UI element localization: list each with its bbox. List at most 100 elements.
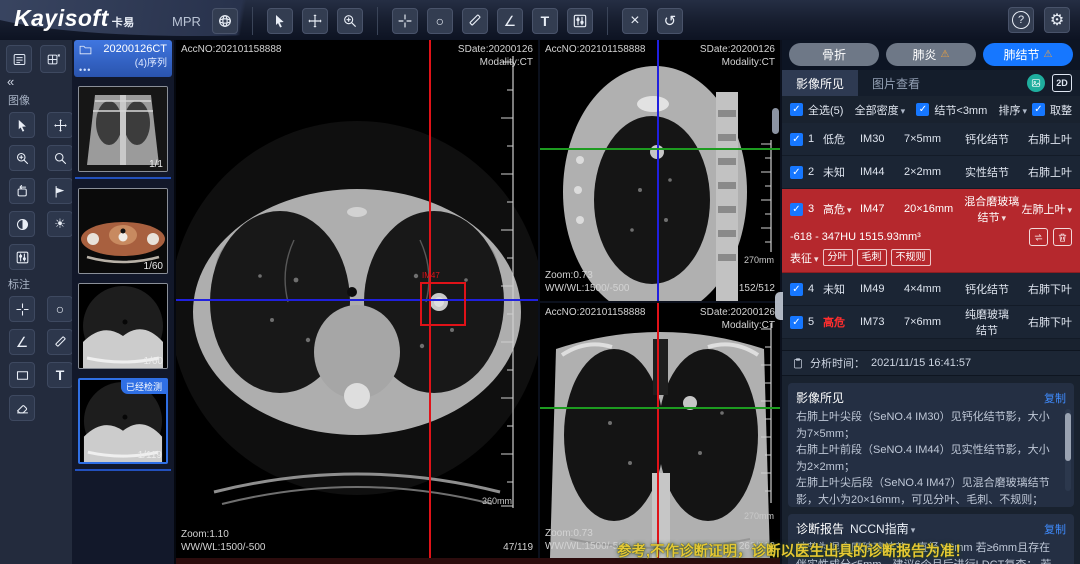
brightness-icon[interactable]: ☀ <box>47 211 73 237</box>
study-date: SDate:20200126 <box>700 306 775 319</box>
nodule-checkbox[interactable]: ✓ <box>790 316 803 329</box>
help-icon[interactable]: ? <box>1008 7 1034 33</box>
slice-counter: 152/512 <box>739 282 775 295</box>
nodule-checkbox[interactable]: ✓ <box>790 133 803 146</box>
sort-dropdown[interactable]: 排序▾ <box>998 102 1027 118</box>
layout-grid-icon[interactable] <box>40 45 66 73</box>
lung-nodule-mode-button[interactable]: 肺结节⚠ <box>983 43 1073 66</box>
nodule-risk: 高危 <box>823 314 860 330</box>
nodule-risk-dropdown[interactable]: 高危▾ <box>823 201 860 217</box>
nodule-row-1[interactable]: ✓ 1 低危 IM30 7×5mm 钙化结节 右肺上叶 <box>782 123 1080 156</box>
feature-tag[interactable]: 毛刺 <box>857 249 887 266</box>
analysis-time-bar: 分析时间： 2021/11/15 16:41:57 <box>782 350 1080 376</box>
clipboard-icon <box>792 357 804 370</box>
warning-icon: ⚠ <box>941 50 950 60</box>
text-tool-icon[interactable]: T <box>532 8 558 34</box>
thumbnail-neck-ct[interactable]: 1/60 <box>78 188 168 274</box>
mpr-icon[interactable] <box>212 8 238 34</box>
nodule-type-dropdown[interactable]: 混合磨玻璃结节▾ <box>962 193 1021 225</box>
magnifier-tool-icon[interactable] <box>47 145 73 171</box>
round-checkbox[interactable]: ✓ <box>1032 103 1045 116</box>
slice-scrollbar[interactable] <box>772 108 779 134</box>
delete-annotation-icon[interactable]: × <box>622 8 648 34</box>
results-tab-bar: 影像所见 图片查看 2D <box>782 70 1080 96</box>
window-level-icon[interactable] <box>9 244 35 270</box>
annotation-tools-grid: ○ ∠ T <box>0 295 72 424</box>
nodule-image-no: IM30 <box>860 133 904 145</box>
locate-sync-icon[interactable] <box>1029 228 1048 246</box>
nodule-row-4[interactable]: ✓ 4 未知 IM49 4×4mm 钙化结节 右肺下叶 <box>782 273 1080 306</box>
check-glyph: ✓ <box>792 317 800 328</box>
settings-gear-icon[interactable]: ⚙ <box>1044 7 1070 33</box>
copy-findings-button[interactable]: 复制 <box>1044 390 1066 406</box>
cursor-tool-icon[interactable] <box>267 8 293 34</box>
ruler-pencil-tool-icon[interactable] <box>462 8 488 34</box>
nodule-location-dropdown[interactable]: 左肺上叶▾ <box>1021 201 1072 217</box>
tab-image-findings[interactable]: 影像所见 <box>782 70 858 96</box>
reset-rotate-icon[interactable]: ↺ <box>657 8 683 34</box>
2d-view-icon[interactable]: 2D <box>1052 74 1072 92</box>
crosshair-tool-icon[interactable] <box>392 8 418 34</box>
fracture-mode-button[interactable]: 骨折 <box>789 43 879 66</box>
coronal-viewport[interactable]: 270mm AccNO:202101158888 SDate:20200126 … <box>540 303 780 558</box>
nodule-checkbox[interactable]: ✓ <box>790 166 803 179</box>
thumbnail-lung-ct-selected[interactable]: 已经检测 1/119 <box>78 378 168 464</box>
nodule-row-2[interactable]: ✓ 2 未知 IM44 2×2mm 实性结节 右肺上叶 <box>782 156 1080 189</box>
nodule-checkbox[interactable]: ✓ <box>790 283 803 296</box>
axial-viewport[interactable]: IM47 360mm AccNO:202101158888 SDate:2020… <box>176 40 538 558</box>
study-tab[interactable]: 20200126CT ••• (4)序列 <box>74 40 172 77</box>
select-all-checkbox[interactable]: ✓ <box>790 103 803 116</box>
thumbnail-lung-ct[interactable]: 1/60 <box>78 283 168 369</box>
right-panel-collapse-handle[interactable] <box>775 292 783 320</box>
pneumonia-mode-button[interactable]: 肺炎⚠ <box>886 43 976 66</box>
series-list-icon[interactable] <box>6 45 32 73</box>
pencil-annotation-icon[interactable] <box>47 329 73 355</box>
nodule-checkbox[interactable]: ✓ <box>790 203 803 216</box>
small-nodule-checkbox[interactable]: ✓ <box>916 103 929 116</box>
study-info: SDate:20200126 Modality:CT <box>700 306 775 332</box>
sagittal-viewport[interactable]: 270mm AccNO:202101158888 SDate:20200126 … <box>540 40 780 301</box>
flip-image-icon[interactable] <box>47 178 73 204</box>
feature-dropdown[interactable]: 表征▾ <box>790 250 819 266</box>
ellipse-annotation-icon[interactable]: ○ <box>47 296 73 322</box>
findings-title: 影像所见 <box>796 389 844 406</box>
guideline-dropdown[interactable]: NCCN指南▾ <box>850 522 915 536</box>
text-annotation-icon[interactable]: T <box>47 362 73 388</box>
angle-tool-icon[interactable]: ∠ <box>497 8 523 34</box>
thumbnail-scout-xray[interactable]: 1/1 <box>78 86 168 172</box>
tab-picture-view[interactable]: 图片查看 <box>858 70 934 96</box>
toolbar-separator <box>252 7 253 35</box>
nodule-row-3-selected[interactable]: ✓ 3 高危▾ IM47 20×16mm 混合磨玻璃结节▾ 左肺上叶▾ -618… <box>782 189 1080 273</box>
rotate-image-icon[interactable] <box>9 178 35 204</box>
zoom-in-tool-icon[interactable] <box>337 8 363 34</box>
nodule-risk: 低危 <box>823 131 860 147</box>
rectangle-annotation-icon[interactable] <box>9 362 35 388</box>
capture-image-icon[interactable] <box>1027 74 1045 92</box>
angle-annotation-icon[interactable]: ∠ <box>9 329 35 355</box>
findings-text: 右肺上叶尖段（SeNO.4 IM30）见钙化结节影，大小为7×5mm； 右肺上叶… <box>796 409 1066 507</box>
nodule-row-5[interactable]: ✓ 5 高危 IM73 7×6mm 纯磨玻璃结节 右肺下叶 <box>782 306 1080 339</box>
more-icon[interactable]: ••• <box>79 65 91 75</box>
pan-tool-icon[interactable] <box>302 8 328 34</box>
feature-tag[interactable]: 分叶 <box>823 249 853 266</box>
copy-report-button[interactable]: 复制 <box>1044 521 1066 537</box>
cursor-tool-icon[interactable] <box>9 112 35 138</box>
logo-text: Kayisoft <box>14 5 109 31</box>
zoom-in-tool-icon[interactable] <box>9 145 35 171</box>
pan-tool-icon[interactable] <box>47 112 73 138</box>
nodule-image-no: IM44 <box>860 166 904 178</box>
delete-nodule-icon[interactable] <box>1053 228 1072 246</box>
collapse-sidebar-handle[interactable]: « <box>0 75 72 89</box>
crosshair-annotation-icon[interactable] <box>9 296 35 322</box>
window-level-tool-icon[interactable] <box>567 8 593 34</box>
nodule-roi-box[interactable] <box>420 282 466 326</box>
findings-scrollbar-thumb[interactable] <box>1065 413 1071 461</box>
feature-tag[interactable]: 不规则 <box>891 249 931 266</box>
thumbnail-slice-count: 1/60 <box>144 356 163 367</box>
density-dropdown[interactable]: 全部密度▾ <box>855 102 906 118</box>
ellipse-tool-icon[interactable]: ○ <box>427 8 453 34</box>
invert-contrast-icon[interactable] <box>9 211 35 237</box>
eraser-annotation-icon[interactable] <box>9 395 35 421</box>
gear-glyph: ⚙ <box>1050 10 1064 30</box>
finding-line: 左肺上叶尖后段（SeNO.4 IM47）见混合磨玻璃结节影，大小为20×16mm… <box>796 475 1054 507</box>
